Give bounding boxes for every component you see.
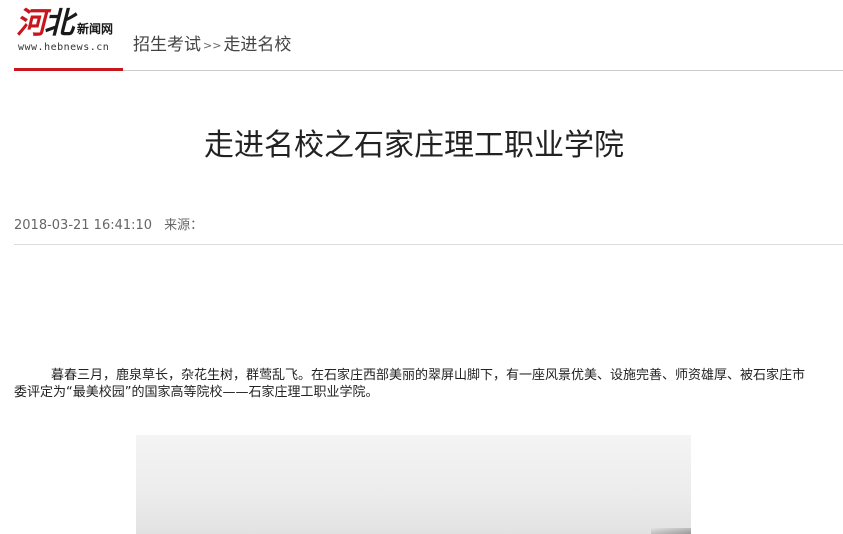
logo-url: www.hebnews.cn [18,42,110,53]
site-logo[interactable]: 河北 新闻网 www.hebnews.cn [16,6,128,58]
breadcrumb-item-exams[interactable]: 招生考试 [133,35,201,55]
article-paragraph: 暮春三月，鹿泉草长，杂花生树，群莺乱飞。在石家庄西部美丽的翠屏山脚下，有一座风景… [14,368,806,400]
breadcrumb-separator: >> [203,39,222,52]
breadcrumb-item-schools[interactable]: 走进名校 [223,35,291,55]
site-header: 河北 新闻网 www.hebnews.cn 招生考试 >> 走进名校 [0,0,843,72]
article-photo [136,435,691,534]
publish-date: 2018-03-21 16:41:10 [14,218,153,233]
source-label: 来源： [164,218,204,233]
header-accent-bar [14,68,123,71]
meta-divider [14,244,843,245]
article-meta: 2018-03-21 16:41:10 来源： [14,216,203,236]
breadcrumb: 招生考试 >> 走进名校 [133,33,291,58]
logo-sub-label: 新闻网 [77,22,114,36]
article-title: 走进名校之石家庄理工职业学院 [204,128,624,163]
photo-corner-shadow [651,528,691,534]
header-divider [14,70,843,71]
logo-mark: 河北 [16,6,74,41]
